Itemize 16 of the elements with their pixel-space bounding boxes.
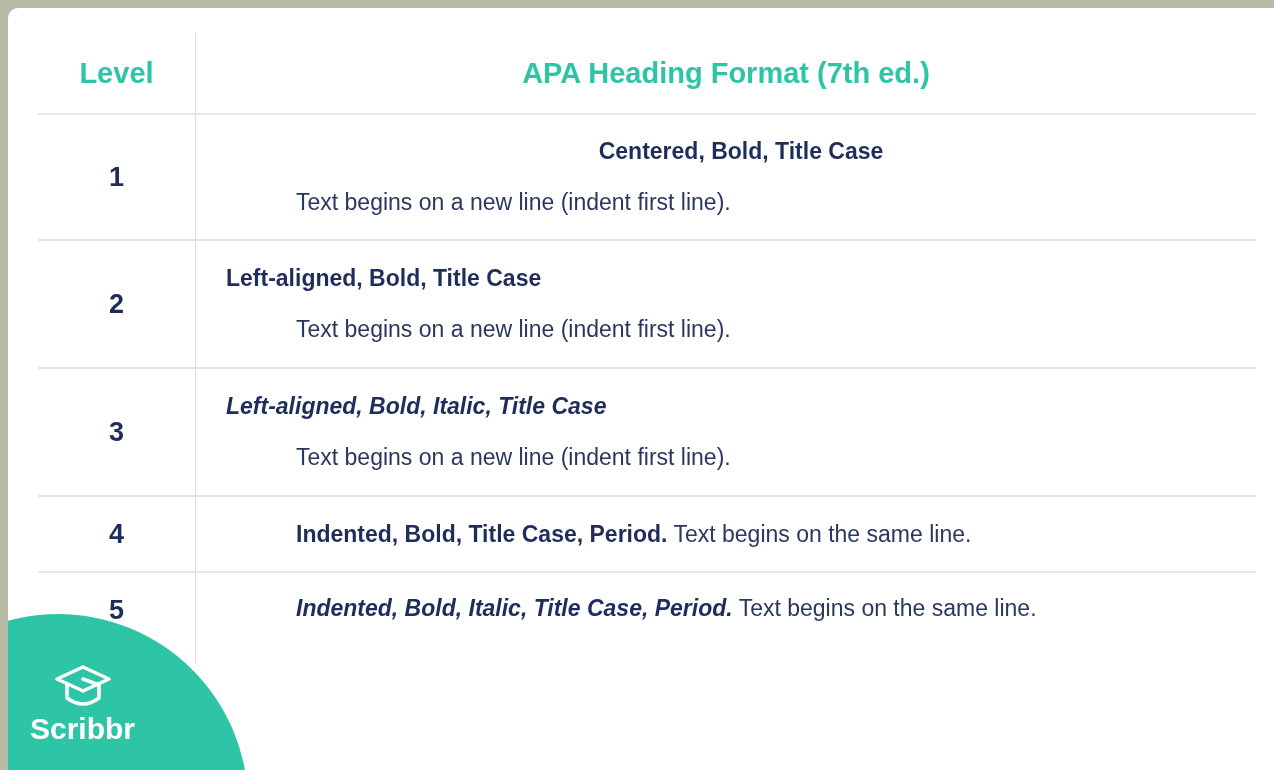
body-text: Text begins on a new line (indent first line).	[295, 189, 732, 216]
level-number: 1	[38, 115, 195, 241]
body-text: Text begins on a new line (indent first line).	[295, 316, 732, 343]
column-header: Level	[38, 33, 195, 115]
level-number: 5	[108, 594, 125, 627]
level-number: 3	[38, 369, 195, 497]
logo-text: Scribbr	[30, 712, 136, 746]
column-header: APA Heading Format (7th ed.)	[195, 33, 1256, 115]
body-text: Text begins on a new line (indent first line).	[295, 444, 732, 471]
format-description: Indented, Bold, Title Case, Period. Text begins on the same line.	[295, 520, 973, 548]
level-number: 2	[38, 241, 195, 369]
heading-format: Left-aligned, Bold, Italic, Title Case	[226, 393, 607, 420]
format-description: Indented, Bold, Italic, Title Case, Period. Text begins on the same line.	[295, 595, 1038, 622]
heading-format: Left-aligned, Bold, Title Case	[226, 265, 542, 292]
heading-format: Centered, Bold, Title Case	[598, 138, 884, 165]
level-number: 4	[38, 497, 195, 573]
